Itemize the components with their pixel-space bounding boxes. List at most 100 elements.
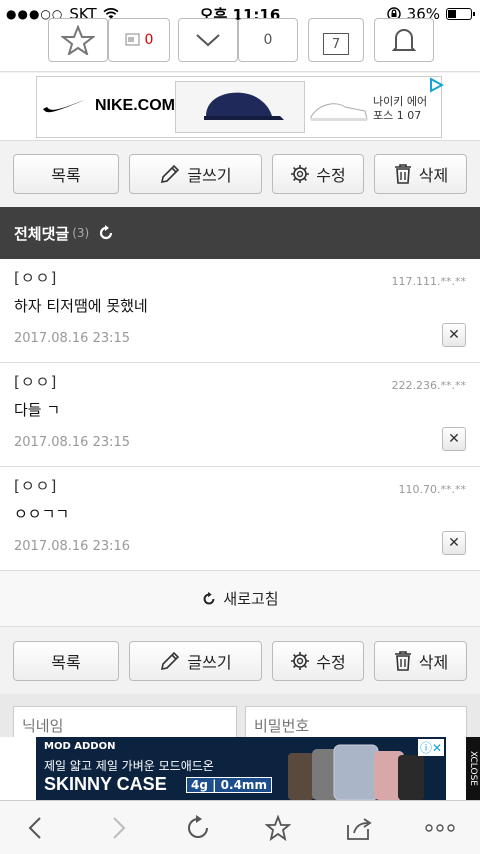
shoe-image	[310, 103, 368, 121]
comment-delete-button[interactable]: ✕	[442, 531, 466, 555]
close-icon: ✕	[448, 535, 460, 551]
comment-ip: 117.111.**.**	[391, 275, 466, 288]
phone-cases-image	[288, 744, 424, 800]
list-label: 목록	[51, 653, 81, 672]
battery-fill	[448, 10, 456, 18]
ad-content: MOD ADDON 제일 얇고 제일 가벼운 모드애드온 SKINNY CASE…	[36, 737, 446, 800]
forward-button[interactable]	[104, 813, 134, 843]
comments-count: (3)	[72, 226, 90, 240]
list-button[interactable]: 목록	[13, 154, 119, 194]
write-button[interactable]: 글쓰기	[129, 154, 262, 194]
delete-button[interactable]: 삭제	[374, 641, 467, 681]
comment-body: 다들 ㄱ	[14, 401, 61, 419]
delete-label: 삭제	[418, 653, 449, 672]
bell-button[interactable]	[374, 18, 434, 62]
write-label: 글쓰기	[187, 166, 232, 185]
comment-date: 2017.08.16 23:15	[14, 331, 131, 346]
ad-product-line1: 나이키 에어	[373, 95, 428, 108]
comment-item: [ㅇㅇ] 110.70.**.** ㅇㅇㄱㄱ 2017.08.16 23:16 …	[0, 467, 480, 571]
reload-icon	[203, 591, 215, 604]
nike-ad-banner[interactable]: NIKE.COM 나이키 에어 포스 1 07	[0, 73, 480, 141]
nike-swoosh-icon	[43, 99, 87, 113]
ad-close-button[interactable]: XCLOSE	[466, 737, 480, 800]
browser-toolbar	[0, 800, 480, 854]
ad-brand: MOD ADDON	[44, 741, 116, 752]
list-label: 목록	[51, 166, 81, 185]
battery-icon	[446, 8, 475, 20]
bell-icon	[391, 29, 417, 51]
adchoices-icon[interactable]: ⓘ✕	[417, 739, 444, 756]
refresh-label: 새로고침	[223, 590, 279, 608]
more-button[interactable]	[424, 813, 456, 843]
more-icon	[425, 824, 455, 832]
adchoices-icon[interactable]	[428, 77, 444, 93]
edit-label: 수정	[316, 653, 346, 672]
ad-product-text: 나이키 에어 포스 1 07	[373, 95, 427, 123]
comments-header: 전체댓글 (3)	[0, 207, 480, 259]
chevron-right-icon	[113, 817, 126, 839]
list-button[interactable]: 목록	[13, 641, 119, 681]
comment-nick: [ㅇㅇ]	[14, 269, 58, 287]
post-toolbar: 0 0 7	[0, 18, 480, 72]
edit-button[interactable]: 수정	[272, 154, 364, 194]
delete-label: 삭제	[418, 166, 449, 185]
page-button[interactable]: 7	[308, 18, 364, 62]
back-button[interactable]	[20, 813, 50, 843]
ad-brand: NIKE.COM	[95, 97, 175, 114]
star-icon	[265, 815, 291, 841]
comment-ip: 110.70.**.**	[398, 483, 466, 496]
comment-count: 0	[144, 32, 154, 48]
case-ad-banner[interactable]: MOD ADDON 제일 얇고 제일 가벼운 모드애드온 SKINNY CASE…	[0, 737, 480, 800]
ad-headline: SKINNY CASE	[44, 774, 167, 794]
trash-icon	[394, 651, 411, 671]
edit-label: 수정	[316, 166, 346, 185]
ad-frame: NIKE.COM 나이키 에어 포스 1 07	[36, 76, 442, 138]
write-button[interactable]: 글쓰기	[129, 641, 262, 681]
comment-count-button[interactable]: 0	[108, 18, 170, 62]
bookmark-button[interactable]	[263, 813, 293, 843]
comment-write-form	[0, 694, 480, 746]
share-icon	[347, 818, 372, 840]
page-number: 7	[323, 33, 349, 55]
share-button[interactable]	[343, 813, 373, 843]
comment-date: 2017.08.16 23:16	[14, 539, 131, 554]
cap-image	[175, 81, 305, 133]
vote-count: 0	[238, 18, 298, 62]
comment-delete-button[interactable]: ✕	[442, 323, 466, 347]
ad-product-line2: 포스 1 07	[373, 109, 422, 122]
comment-delete-button[interactable]: ✕	[442, 427, 466, 451]
comment-nick: [ㅇㅇ]	[14, 373, 58, 391]
pencil-icon	[161, 164, 180, 184]
comment-ip: 222.236.**.**	[391, 379, 466, 392]
chevron-up-icon	[196, 34, 220, 47]
pencil-icon	[161, 651, 180, 671]
comments-title: 전체댓글	[14, 224, 70, 243]
reload-icon	[188, 815, 208, 838]
refresh-comments-button[interactable]: 새로고침	[0, 571, 480, 627]
comment-box-icon	[125, 33, 140, 46]
close-icon: ✕	[448, 431, 460, 447]
recommend-button[interactable]	[48, 18, 108, 62]
delete-button[interactable]: 삭제	[374, 154, 467, 194]
gear-icon	[291, 165, 310, 183]
comment-body: 하자 티저땜에 못했네	[14, 297, 148, 315]
action-bar-bottom: 목록 글쓰기 수정 삭제	[0, 628, 480, 694]
star-icon	[61, 25, 95, 55]
comment-nick: [ㅇㅇ]	[14, 477, 58, 495]
write-label: 글쓰기	[187, 653, 232, 672]
reload-button[interactable]	[183, 813, 213, 843]
trash-icon	[394, 164, 411, 184]
close-icon: ✕	[448, 327, 460, 343]
comment-item: [ㅇㅇ] 222.236.**.** 다들 ㄱ 2017.08.16 23:15…	[0, 363, 480, 467]
chevron-left-icon	[28, 817, 41, 839]
comment-date: 2017.08.16 23:15	[14, 435, 131, 450]
action-bar-top: 목록 글쓰기 수정 삭제	[0, 141, 480, 207]
gear-icon	[291, 652, 310, 670]
ad-spec: 4g | 0.4mm	[186, 777, 272, 793]
comment-item: [ㅇㅇ] 117.111.**.** 하자 티저땜에 못했네 2017.08.1…	[0, 259, 480, 363]
down-vote-button[interactable]	[178, 18, 238, 62]
edit-button[interactable]: 수정	[272, 641, 364, 681]
comment-body: ㅇㅇㄱㄱ	[14, 505, 70, 523]
reload-icon[interactable]	[97, 224, 115, 242]
ad-tagline: 제일 얇고 제일 가벼운 모드애드온	[44, 759, 214, 773]
